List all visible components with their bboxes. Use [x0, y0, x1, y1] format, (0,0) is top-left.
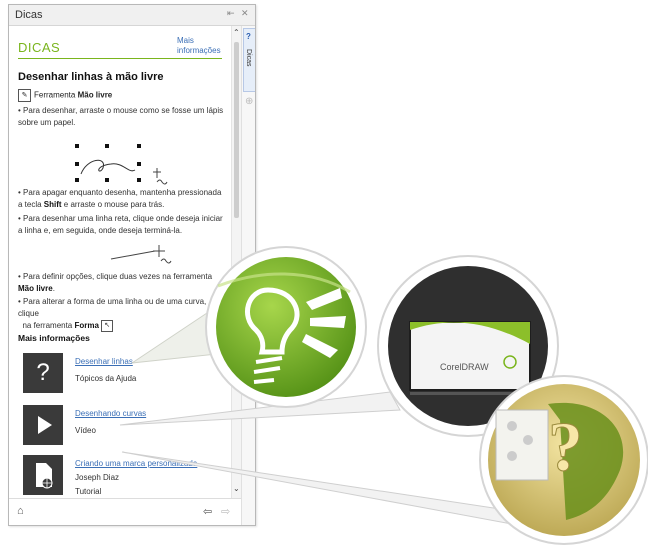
- callout-illustration: CorelDRAW ?: [119, 246, 648, 545]
- svg-text:?: ?: [548, 409, 583, 486]
- video-brand-text: CorelDRAW: [440, 362, 489, 372]
- lightbulb-callout: [205, 246, 367, 408]
- tutorial-callout: ?: [479, 375, 648, 545]
